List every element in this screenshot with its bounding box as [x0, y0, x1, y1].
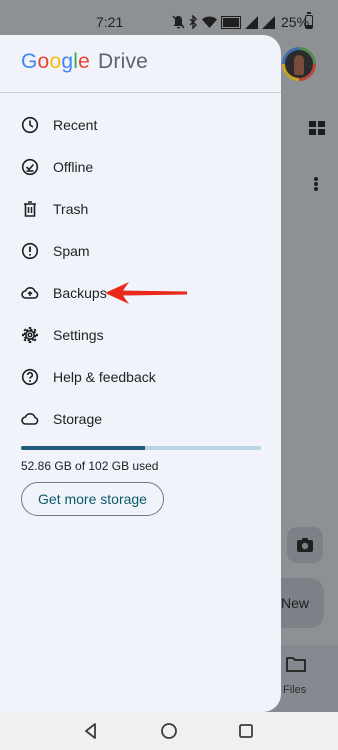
logo-product-name: Drive: [98, 50, 149, 73]
more-options-icon[interactable]: [314, 177, 318, 191]
nav-item-label: Offline: [53, 159, 94, 175]
account-avatar[interactable]: [282, 47, 316, 81]
cloud-icon: [21, 413, 39, 425]
get-more-storage-button[interactable]: Get more storage: [21, 482, 164, 516]
nav-item-label: Trash: [53, 201, 89, 217]
nav-item-label: Spam: [53, 243, 90, 259]
mute-icon: [172, 15, 185, 29]
camera-icon: [297, 538, 313, 552]
offline-icon: [21, 158, 39, 176]
nav-item-label: Settings: [53, 327, 104, 343]
signal-icon: [245, 15, 258, 29]
home-icon[interactable]: [159, 721, 179, 741]
system-nav-bar: [0, 712, 338, 750]
nav-item-label: Recent: [53, 117, 98, 133]
files-tab-label[interactable]: Files: [283, 684, 306, 696]
nav-item-settings[interactable]: Settings: [0, 314, 281, 356]
battery-icon: [305, 12, 313, 29]
recents-icon[interactable]: [236, 721, 256, 741]
nav-item-storage[interactable]: Storage: [0, 398, 281, 440]
nav-item-offline[interactable]: Offline: [0, 146, 281, 188]
nav-item-trash[interactable]: Trash: [0, 188, 281, 230]
nav-item-recent[interactable]: Recent: [0, 104, 281, 146]
logo-letter-g: G: [21, 50, 38, 73]
help-icon: [21, 368, 39, 386]
google-drive-logo: Google Drive: [21, 50, 148, 74]
nav-item-label: Backups: [53, 285, 107, 301]
logo-letter-o1: o: [37, 50, 50, 73]
navigation-drawer: Google Drive Recent Offline Trash Spam B…: [0, 35, 281, 712]
folder-icon[interactable]: [286, 656, 306, 672]
spam-icon: [21, 242, 39, 260]
storage-usage-text: 52.86 GB of 102 GB used: [21, 459, 159, 473]
camera-scan-button[interactable]: [287, 527, 323, 563]
new-button-label: New: [281, 595, 310, 611]
gear-icon: [22, 327, 38, 343]
logo-letter-o2: o: [49, 50, 62, 73]
nav-item-label: Help & feedback: [53, 369, 156, 385]
logo-letter-g2: g: [61, 50, 74, 73]
volte-icon: [221, 15, 241, 29]
bluetooth-icon: [189, 15, 197, 29]
clock-icon: [21, 116, 39, 134]
storage-usage-fill: [21, 446, 146, 450]
back-icon[interactable]: [81, 721, 101, 741]
grid-view-icon[interactable]: [309, 121, 325, 135]
backup-icon: [21, 287, 39, 299]
logo-letter-e: e: [78, 50, 90, 73]
status-time: 7:21: [96, 14, 124, 30]
nav-item-help-feedback[interactable]: Help & feedback: [0, 356, 281, 398]
nav-item-spam[interactable]: Spam: [0, 230, 281, 272]
nav-item-label: Storage: [53, 411, 103, 427]
signal-icon: [262, 15, 275, 29]
red-arrow-annotation: [105, 282, 187, 304]
storage-usage-bar: [21, 446, 261, 450]
wifi-icon: [202, 16, 217, 28]
trash-icon: [24, 201, 36, 217]
drawer-divider: [0, 92, 281, 93]
